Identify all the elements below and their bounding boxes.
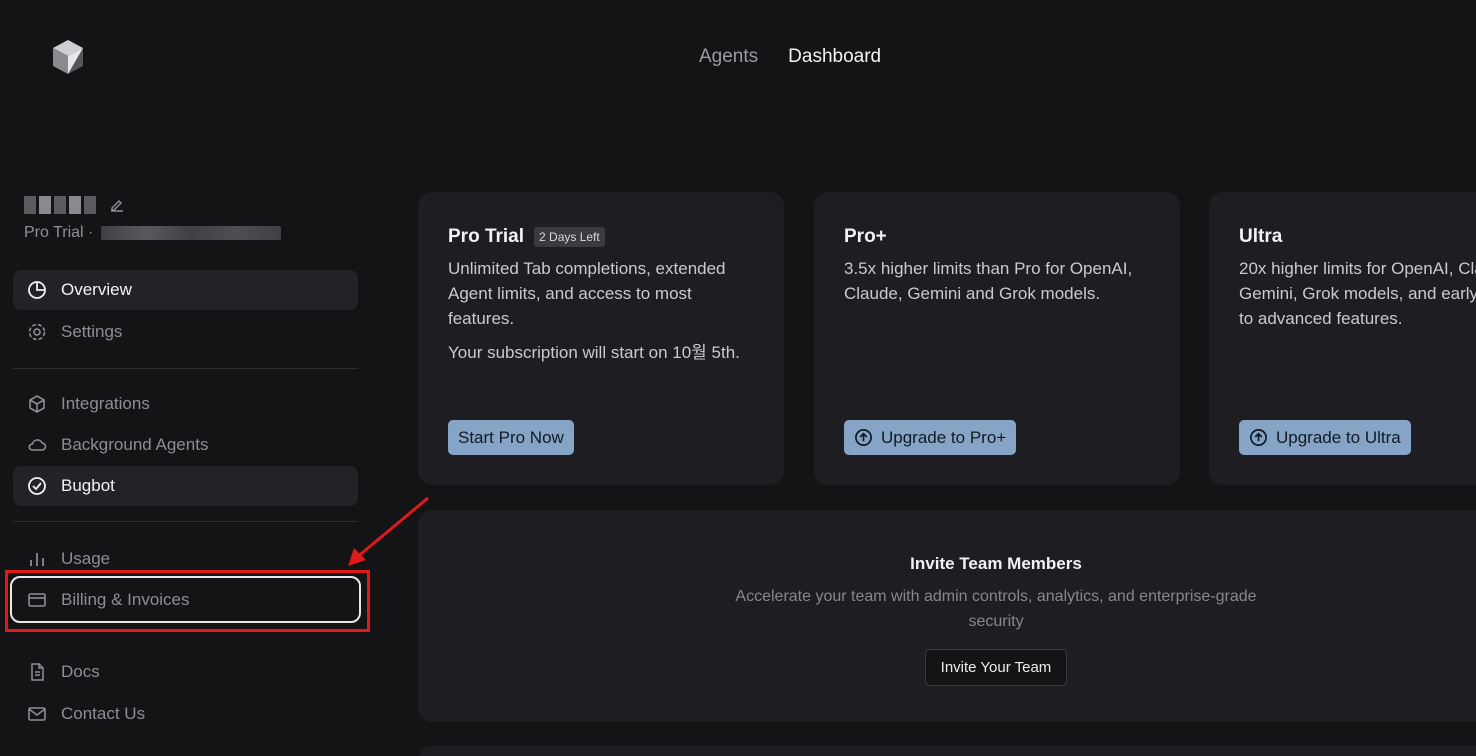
plan-card-ultra: Ultra 20x higher limits for OpenAI, Clau… [1209,192,1476,485]
card-title: Pro Trial [448,226,525,247]
edit-icon[interactable] [109,197,125,213]
sidebar-item-settings[interactable]: Settings [13,312,358,352]
sidebar-item-label: Settings [61,322,123,341]
card-title-row: Pro Trial 2 Days Left [448,226,754,248]
plan-label: Pro Trial · [24,224,94,241]
plan-card-pro-trial: Pro Trial 2 Days Left Unlimited Tab comp… [418,192,784,485]
sidebar-item-label: Docs [61,662,100,681]
sidebar-item-usage[interactable]: Usage [13,539,358,579]
card-title-row: Ultra [1239,226,1476,248]
tab-dashboard[interactable]: Dashboard [788,46,881,68]
sidebar-item-docs[interactable]: Docs [13,652,358,692]
gear-icon [28,323,46,341]
sidebar-item-integrations[interactable]: Integrations [13,384,358,424]
document-icon [31,663,44,681]
redacted-username [24,195,281,215]
redacted-email [101,226,282,240]
sidebar-item-contact-us[interactable]: Contact Us [13,694,358,734]
invite-content: Invite Team Members Accelerate your team… [418,554,1476,686]
sidebar-item-overview[interactable]: Overview [13,270,358,310]
card-description: 20x higher limits for OpenAI, Claude, Ge… [1239,259,1476,328]
sidebar-divider [13,368,358,369]
start-pro-button[interactable]: Start Pro Now [448,420,574,455]
subscription-note: Your subscription will start on 10월 5th. [448,343,740,362]
invite-team-button[interactable]: Invite Your Team [924,649,1068,686]
invite-description: Accelerate your team with admin controls… [735,588,1257,630]
sidebar-item-billing-invoices[interactable]: Billing & Invoices [13,580,358,620]
tab-agents[interactable]: Agents [699,46,758,68]
invite-title: Invite Team Members [910,554,1082,573]
sidebar-item-label: Background Agents [61,435,209,454]
card-title: Pro+ [844,226,887,247]
upgrade-ultra-button[interactable]: Upgrade to Ultra [1239,420,1411,455]
card-description: 3.5x higher limits than Pro for OpenAI, … [844,259,1133,303]
plan-card-pro-plus: Pro+ 3.5x higher limits than Pro for Ope… [814,192,1180,485]
upgrade-pro-plus-button[interactable]: Upgrade to Pro+ [844,420,1017,455]
cloud-icon [28,439,47,451]
card-description: Unlimited Tab completions, extended Agen… [448,259,726,328]
next-card-edge [418,746,1476,756]
sidebar-item-bugbot[interactable]: Bugbot [13,466,358,506]
days-left-badge: 2 Days Left [534,227,605,247]
sidebar-item-label: Integrations [61,394,150,413]
arrow-up-circle-icon [1250,429,1267,446]
sidebar-item-label: Usage [61,549,111,568]
sidebar-item-label: Billing & Invoices [61,590,190,609]
cursor-logo-icon[interactable] [50,38,86,78]
cube-icon [29,395,45,413]
credit-card-icon [28,593,46,607]
card-title-row: Pro+ [844,226,1150,248]
bar-chart-icon [30,553,44,566]
sidebar-item-label: Bugbot [61,476,115,495]
button-label: Upgrade to Pro+ [881,427,1007,447]
user-info: Pro Trial · [24,195,282,242]
sidebar-item-label: Overview [61,280,132,299]
card-title: Ultra [1239,226,1283,247]
check-circle-icon [28,477,46,495]
pie-chart-icon [28,281,46,299]
plan-email-line: Pro Trial · [24,224,282,242]
sidebar-divider [13,521,358,522]
top-nav: Agents Dashboard [699,46,881,68]
mail-icon [28,707,46,721]
arrow-up-circle-icon [855,429,872,446]
button-label: Upgrade to Ultra [1276,427,1401,447]
sidebar-item-label: Contact Us [61,704,146,723]
invite-team-card: Invite Team Members Accelerate your team… [418,510,1476,722]
dashboard-page: Agents Dashboard Pro Trial · Overview Se… [0,0,1476,756]
sidebar-item-background-agents[interactable]: Background Agents [13,425,358,465]
